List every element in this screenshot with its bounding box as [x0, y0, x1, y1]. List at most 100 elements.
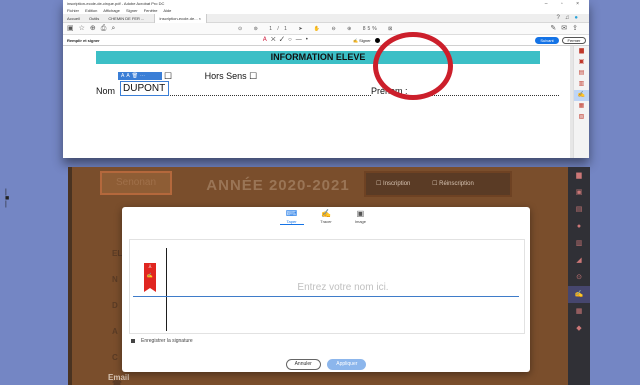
page-indicator[interactable]: 1 / 1	[269, 26, 289, 32]
dimmed-form-labels: EL N D A C ☎	[112, 249, 123, 385]
line-tool-icon[interactable]: —	[296, 37, 306, 43]
menu-item-affichage[interactable]: Affichage	[103, 8, 120, 13]
organize-icon[interactable]: ▥	[574, 79, 589, 90]
mode-tab-draw-label: Tracer	[320, 219, 332, 224]
apply-button[interactable]: Appliquer	[327, 359, 367, 370]
color-picker-icon[interactable]	[375, 38, 380, 43]
email-label: Email	[108, 373, 130, 382]
left-margin-mark: | ■ |	[5, 189, 10, 208]
rail-icon-2: ▣	[575, 189, 583, 196]
text-tool-icon[interactable]: Ꭺ	[263, 37, 271, 43]
signature-mode-tabs: ⌨ Taper ✍ Tracer ▣ Image	[122, 209, 530, 227]
rail-icon-6: ◢	[576, 257, 582, 264]
text-field-mini-toolbar[interactable]: AA🗑⋯	[118, 72, 162, 80]
main-toolbar: ▣☆⊕⎙⌕ ⊙ ⊚ 1 / 1 ➤ ✋ ⊖ ⊕ 85% ⊠ ✎✉⇪	[63, 23, 589, 35]
print-icon[interactable]: ⎙	[101, 25, 112, 32]
tab-inscription-pdf[interactable]: inscription-ecole-de... ×	[153, 14, 207, 23]
toolbar-right: ✎✉⇪	[550, 23, 583, 35]
search-icon[interactable]: ⌕	[111, 25, 120, 32]
delete-icon[interactable]: 🗑	[132, 73, 140, 79]
nom-label: Nom	[96, 86, 116, 96]
rail-icon-7: ⊙	[576, 274, 582, 281]
window-controls[interactable]: – ▫ ×	[545, 0, 585, 8]
name-text-field[interactable]: DUPONT	[120, 81, 169, 96]
reinscription-checkbox[interactable]: ☐ Réinscription	[432, 181, 474, 187]
zoom-out-icon[interactable]: ⊖	[332, 26, 338, 32]
mode-tab-type[interactable]: ⌨ Taper	[279, 209, 304, 225]
close-button[interactable]: Fermer	[562, 37, 586, 44]
help-icon[interactable]: ?	[557, 15, 565, 21]
rail-icon-1: ▆	[576, 172, 582, 179]
tab-accueil[interactable]: Accueil	[67, 14, 80, 23]
title-bar: inscription-ecole-de-cirque.pdf - Adobe …	[63, 0, 589, 8]
registration-type-box: ☐ Inscription ☐ Réinscription	[364, 171, 512, 197]
next-page-icon[interactable]: ⊚	[254, 26, 260, 32]
nom-dotted-line	[136, 95, 371, 96]
menu-item-edition[interactable]: Edition	[85, 8, 97, 13]
menu-item-signer[interactable]: Signer	[126, 8, 138, 13]
rail-icon-5: ▥	[575, 240, 583, 247]
mode-tab-image[interactable]: ▣ Image	[348, 209, 372, 224]
menu-item-fichier[interactable]: Fichier	[67, 8, 79, 13]
keyboard-icon: ⌨	[285, 209, 298, 218]
cancel-button[interactable]: Annuler	[285, 359, 321, 370]
hand-icon[interactable]: ✋	[314, 26, 322, 32]
tab-bar-icons: ?♫●	[557, 14, 583, 23]
prev-page-icon[interactable]: ⊙	[238, 26, 244, 32]
mode-tab-draw[interactable]: ✍ Tracer	[314, 209, 338, 224]
window-title: inscription-ecole-de-cirque.pdf - Adobe …	[67, 1, 165, 6]
fill-sign-tools: Ꭺ✕✓○—•	[263, 35, 312, 46]
tab-chemin-de-fer[interactable]: CHEMIN DE FER ...	[108, 14, 144, 23]
save-icon[interactable]: ▣	[67, 25, 79, 32]
fill-sign-bar: Remplir et signer Ꭺ✕✓○—• ✍ Signer Suivan…	[63, 35, 589, 46]
toolbar-left: ▣☆⊕⎙⌕	[67, 23, 120, 35]
cut-off-form-row: ▁▁▁▁ ▁▁▁▁▁ ▁▁▁ ▁▁▁▁▁▁	[96, 154, 255, 158]
fill-sign-icon[interactable]: ✍	[574, 90, 589, 101]
menu-item-fenetre[interactable]: Fenêtre	[144, 8, 158, 13]
tab-outils[interactable]: Outils	[89, 14, 99, 23]
more-options-icon[interactable]: ⋯	[140, 73, 147, 79]
more-tools-icon[interactable]: ▧	[574, 112, 589, 123]
signature-input-area[interactable]: ⅄ ✍ Entrez votre nom ici.	[129, 239, 525, 334]
share-icon[interactable]: ⇪	[572, 25, 583, 32]
hors-sens-checkbox[interactable]: Hors Sens ☐	[205, 71, 258, 81]
signature-dialog-screenshot: Senonan ANNÉE 2020-2021 ☐ Inscription ☐ …	[68, 167, 590, 385]
zoom-level[interactable]: 85%	[363, 26, 379, 32]
cursor-icon[interactable]: ➤	[298, 26, 304, 32]
check-tool-icon[interactable]: ✓	[280, 37, 289, 43]
star-icon[interactable]: ☆	[79, 25, 90, 32]
signature-dialog: ⌨ Taper ✍ Tracer ▣ Image ⅄ ✍ Entrez votre…	[122, 207, 530, 372]
toolbar-middle: ⊙ ⊚ 1 / 1 ➤ ✋ ⊖ ⊕ 85% ⊠	[238, 23, 400, 35]
pen-icon[interactable]: ✎	[550, 25, 561, 32]
dot-tool-icon[interactable]: •	[306, 37, 312, 43]
mode-tab-type-label: Taper	[286, 219, 297, 224]
circle-tool-icon[interactable]: ○	[288, 37, 296, 43]
upload-icon[interactable]: ⊕	[90, 25, 101, 32]
mail-icon[interactable]: ✉	[561, 25, 572, 32]
menu-item-aide[interactable]: Aide	[163, 8, 171, 13]
signature-placeholder[interactable]: Entrez votre nom ici.	[130, 282, 526, 293]
rail-icon-10: ◆	[576, 325, 582, 332]
cross-tool-icon[interactable]: ✕	[271, 37, 280, 43]
export-icon[interactable]: ▦	[574, 101, 589, 112]
inscription-checkbox[interactable]: ☐ Inscription	[376, 181, 410, 187]
create-pdf-icon[interactable]: ▆	[574, 46, 589, 57]
signature-baseline	[133, 296, 519, 297]
acrobat-top-screenshot: inscription-ecole-de-cirque.pdf - Adobe …	[63, 0, 589, 158]
save-signature-checkbox[interactable]	[131, 338, 135, 343]
dimmed-tool-rail: ▆ ▣ ▤ ● ▥ ◢ ⊙ ✍ ▦ ◆	[568, 167, 590, 385]
fit-icon[interactable]: ⊠	[388, 26, 394, 32]
edit-pdf-icon[interactable]: ▣	[574, 57, 589, 68]
save-signature-row[interactable]: Enregistrer la signature	[131, 338, 193, 344]
left-edge	[68, 167, 72, 385]
zoom-in-icon[interactable]: ⊕	[347, 26, 353, 32]
bell-icon[interactable]: ♫	[565, 15, 575, 21]
sign-tool-label: Signer	[359, 38, 371, 43]
next-button[interactable]: Suivant	[535, 37, 559, 44]
highlight-circle	[373, 32, 453, 100]
sign-tool[interactable]: ✍ Signer	[353, 35, 371, 46]
save-signature-label: Enregistrer la signature	[141, 338, 193, 344]
account-icon[interactable]: ●	[574, 15, 583, 21]
fill-sign-label: Remplir et signer	[67, 38, 100, 43]
comment-icon[interactable]: ▤	[574, 68, 589, 79]
